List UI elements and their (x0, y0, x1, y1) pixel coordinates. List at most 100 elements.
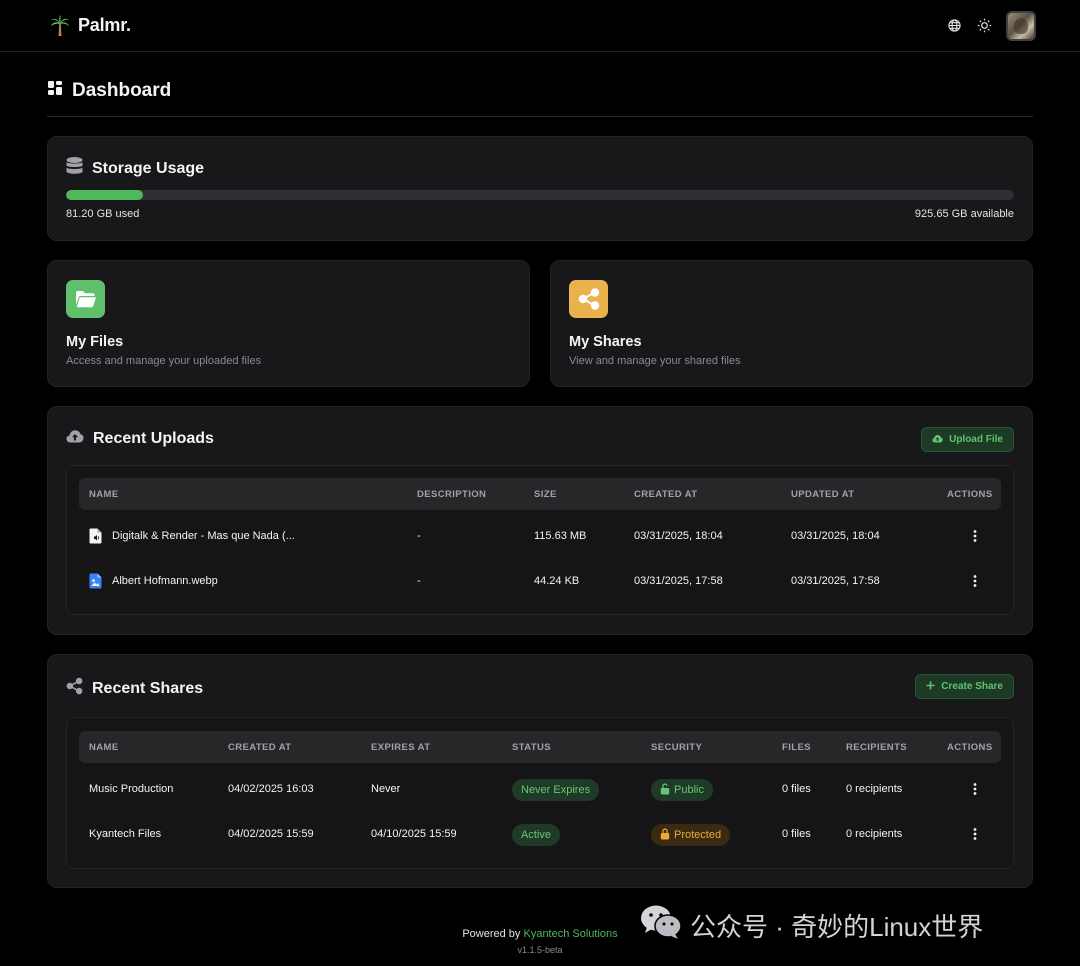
my-files-card[interactable]: My Files Access and manage your uploaded… (47, 260, 530, 387)
file-size: 115.63 MB (534, 530, 587, 542)
top-actions (946, 10, 1036, 41)
recent-shares-card: Recent Shares Create Share NAME CREATED … (47, 654, 1033, 888)
brand[interactable]: Palmr. (50, 14, 131, 37)
storage-used-label: 81.20 GB used (66, 208, 140, 220)
watermark-text: 公众号 · 奇妙的Linux世界 (690, 912, 984, 942)
my-files-title: My Files (66, 334, 124, 350)
col-status: STATUS (512, 742, 551, 753)
page-title-text: Dashboard (72, 80, 172, 101)
status-badge: Never Expires (512, 779, 600, 801)
recent-shares-table-header: NAME CREATED AT EXPIRES AT STATUS SECURI… (79, 731, 1001, 763)
security-badge-label: Public (674, 784, 704, 796)
share-files-count: 0 files (782, 828, 811, 840)
my-shares-title: My Shares (569, 334, 642, 350)
status-badge-label: Never Expires (521, 784, 591, 796)
share-icon (569, 280, 608, 318)
watermark: 公众号 · 奇妙的Linux世界 (640, 904, 983, 947)
share-recipients-count: 0 recipients (846, 828, 903, 840)
col-updated-at: UPDATED AT (791, 489, 855, 500)
more-actions-icon[interactable] (969, 574, 981, 588)
lock-icon (660, 828, 670, 843)
col-recipients: RECIPIENTS (846, 742, 908, 753)
file-updated-at: 03/31/2025, 17:58 (791, 575, 880, 587)
page: Palmr. Dashboard Storage Usage 81.20 GB … (0, 0, 1080, 966)
security-badge: Public (651, 779, 713, 801)
my-shares-card[interactable]: My Shares View and manage your shared fi… (550, 260, 1033, 387)
cloud-upload-small-icon (932, 434, 943, 446)
cloud-upload-icon (66, 429, 84, 448)
user-avatar[interactable] (1006, 10, 1036, 41)
status-badge-label: Active (521, 829, 551, 841)
more-actions-icon[interactable] (969, 529, 981, 543)
col-security: SECURITY (651, 742, 703, 753)
company-link[interactable]: Kyantech Solutions (523, 928, 617, 940)
recent-uploads-title: Recent Uploads (93, 429, 214, 447)
file-description: - (417, 575, 421, 587)
app-name: Palmr. (78, 15, 131, 35)
recent-uploads-table-header: NAME DESCRIPTION SIZE CREATED AT UPDATED… (79, 478, 1001, 510)
security-badge-label: Protected (674, 829, 722, 841)
plus-icon (926, 680, 935, 693)
palm-tree-icon (50, 14, 70, 37)
status-badge: Active (512, 824, 560, 846)
more-actions-icon[interactable] (969, 827, 981, 841)
title-divider (47, 116, 1033, 117)
col-created-at: CREATED AT (228, 742, 292, 753)
col-files: FILES (782, 742, 811, 753)
language-globe-icon[interactable] (946, 18, 962, 34)
top-bar: Palmr. (0, 0, 1080, 52)
page-title: Dashboard (48, 80, 171, 102)
table-row[interactable]: Music Production 04/02/2025 16:03 Never … (79, 768, 1001, 812)
file-updated-at: 03/31/2025, 18:04 (791, 530, 880, 542)
storage-available-label: 925.65 GB available (914, 208, 1014, 220)
recent-shares-title: Recent Shares (92, 679, 204, 697)
image-file-icon (89, 573, 103, 591)
col-size: SIZE (534, 489, 557, 500)
unlock-icon (660, 783, 670, 798)
share-files-count: 0 files (782, 783, 811, 795)
share-created-at: 04/02/2025 15:59 (228, 828, 314, 840)
recent-uploads-table: NAME DESCRIPTION SIZE CREATED AT UPDATED… (66, 465, 1014, 615)
create-share-button[interactable]: Create Share (915, 674, 1014, 699)
upload-file-button[interactable]: Upload File (921, 427, 1014, 452)
folder-open-icon (66, 280, 105, 318)
audio-file-icon (89, 528, 103, 546)
share-name[interactable]: Kyantech Files (89, 828, 161, 840)
file-created-at: 03/31/2025, 18:04 (634, 530, 723, 542)
file-description: - (417, 530, 421, 542)
database-icon (66, 157, 83, 180)
storage-progress-fill (66, 190, 143, 200)
table-row[interactable]: Kyantech Files 04/02/2025 15:59 04/10/20… (79, 813, 1001, 857)
storage-usage-title: Storage Usage (92, 159, 205, 177)
file-size: 44.24 KB (534, 575, 580, 587)
file-created-at: 03/31/2025, 17:58 (634, 575, 723, 587)
theme-sun-icon[interactable] (976, 18, 992, 34)
create-share-label: Create Share (941, 681, 1003, 692)
my-files-description: Access and manage your uploaded files (66, 355, 262, 367)
col-expires-at: EXPIRES AT (371, 742, 431, 753)
file-name[interactable]: Albert Hofmann.webp (112, 575, 218, 587)
my-shares-description: View and manage your shared files (569, 355, 741, 367)
dashboard-grid-icon (48, 81, 63, 101)
table-row[interactable]: Albert Hofmann.webp - 44.24 KB 03/31/202… (79, 560, 1001, 604)
recent-shares-header: Recent Shares (66, 677, 203, 700)
more-actions-icon[interactable] (969, 782, 981, 796)
share-created-at: 04/02/2025 16:03 (228, 783, 314, 795)
powered-by-prefix: Powered by (462, 928, 521, 940)
col-name: NAME (89, 489, 119, 500)
share-expires-at: 04/10/2025 15:59 (371, 828, 457, 840)
share-name[interactable]: Music Production (89, 783, 173, 795)
storage-progress-bar (66, 190, 1014, 200)
col-actions: ACTIONS (947, 489, 993, 500)
recent-shares-table: NAME CREATED AT EXPIRES AT STATUS SECURI… (66, 717, 1014, 869)
storage-usage-card: Storage Usage 81.20 GB used 925.65 GB av… (47, 136, 1033, 241)
file-name[interactable]: Digitalk & Render - Mas que Nada (... (112, 530, 295, 542)
wechat-icon (640, 904, 682, 947)
col-created-at: CREATED AT (634, 489, 698, 500)
security-badge: Protected (651, 824, 731, 846)
table-row[interactable]: Digitalk & Render - Mas que Nada (... - … (79, 515, 1001, 559)
upload-file-label: Upload File (949, 434, 1003, 445)
share-recipients-count: 0 recipients (846, 783, 903, 795)
share-nodes-icon (66, 677, 83, 700)
col-description: DESCRIPTION (417, 489, 487, 500)
